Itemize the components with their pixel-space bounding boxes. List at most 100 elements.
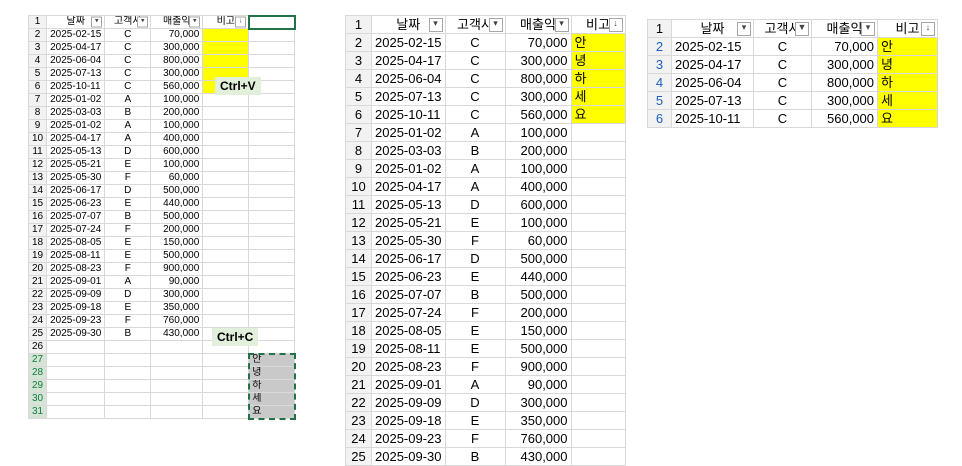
amount-cell[interactable]: 350,000: [504, 411, 572, 430]
customer-cell[interactable]: D: [104, 145, 152, 159]
empty-cell[interactable]: [46, 405, 106, 419]
date-cell[interactable]: 2025-05-21: [46, 158, 106, 172]
note-cell[interactable]: [570, 123, 626, 142]
date-cell[interactable]: 2025-08-11: [371, 339, 446, 358]
date-cell[interactable]: 2025-06-04: [371, 69, 446, 88]
note-cell[interactable]: [202, 197, 250, 211]
customer-cell[interactable]: A: [104, 93, 152, 107]
customer-cell[interactable]: B: [444, 141, 506, 160]
date-cell[interactable]: 2025-05-13: [371, 195, 446, 214]
amount-cell[interactable]: 90,000: [504, 375, 572, 394]
customer-cell[interactable]: A: [104, 275, 152, 289]
date-cell[interactable]: 2025-02-15: [371, 33, 446, 52]
date-cell[interactable]: 2025-08-23: [371, 357, 446, 376]
customer-cell[interactable]: F: [444, 231, 506, 250]
amount-cell[interactable]: 600,000: [150, 145, 204, 159]
note-cell[interactable]: 요: [877, 109, 938, 128]
empty-cell[interactable]: [46, 340, 106, 354]
customer-cell[interactable]: E: [104, 236, 152, 250]
customer-cell[interactable]: E: [444, 213, 506, 232]
amount-cell[interactable]: 500,000: [504, 339, 572, 358]
customer-cell[interactable]: C: [753, 73, 812, 92]
customer-cell[interactable]: A: [444, 375, 506, 394]
amount-cell[interactable]: 150,000: [504, 321, 572, 340]
customer-cell[interactable]: C: [104, 28, 152, 42]
empty-cell[interactable]: [46, 379, 106, 393]
amount-cell[interactable]: 430,000: [150, 327, 204, 341]
amount-cell[interactable]: 100,000: [150, 158, 204, 172]
amount-cell[interactable]: 300,000: [811, 55, 878, 74]
amount-cell[interactable]: 350,000: [150, 301, 204, 315]
note-cell[interactable]: 하: [877, 73, 938, 92]
amount-cell[interactable]: 560,000: [150, 80, 204, 94]
customer-cell[interactable]: E: [104, 301, 152, 315]
customer-cell[interactable]: A: [104, 132, 152, 146]
empty-cell[interactable]: [104, 366, 152, 380]
note-cell[interactable]: [570, 447, 626, 466]
amount-cell[interactable]: 100,000: [504, 213, 572, 232]
date-cell[interactable]: 2025-07-24: [371, 303, 446, 322]
note-cell[interactable]: [570, 195, 626, 214]
note-cell[interactable]: 하: [570, 69, 626, 88]
amount-cell[interactable]: 150,000: [150, 236, 204, 250]
date-cell[interactable]: 2025-05-21: [371, 213, 446, 232]
note-cell[interactable]: [202, 262, 250, 276]
empty-cell[interactable]: [104, 405, 152, 419]
amount-cell[interactable]: 70,000: [504, 33, 572, 52]
date-cell[interactable]: 2025-06-23: [371, 267, 446, 286]
empty-cell[interactable]: [104, 379, 152, 393]
customer-cell[interactable]: B: [104, 106, 152, 120]
amount-cell[interactable]: 900,000: [504, 357, 572, 376]
customer-cell[interactable]: C: [444, 33, 506, 52]
filter-dropdown-icon[interactable]: ↓: [921, 21, 935, 36]
amount-cell[interactable]: 800,000: [150, 54, 204, 68]
amount-cell[interactable]: 200,000: [150, 106, 204, 120]
filter-dropdown-icon[interactable]: ↓: [235, 16, 247, 28]
date-cell[interactable]: 2025-09-01: [46, 275, 106, 289]
customer-cell[interactable]: B: [104, 327, 152, 341]
customer-cell[interactable]: C: [104, 80, 152, 94]
note-cell[interactable]: [570, 159, 626, 178]
date-cell[interactable]: 2025-10-11: [671, 109, 754, 128]
note-cell[interactable]: 녕: [570, 51, 626, 70]
date-cell[interactable]: 2025-09-18: [46, 301, 106, 315]
note-cell[interactable]: [202, 236, 250, 250]
date-cell[interactable]: 2025-01-02: [46, 93, 106, 107]
customer-cell[interactable]: D: [444, 393, 506, 412]
customer-cell[interactable]: E: [104, 158, 152, 172]
amount-cell[interactable]: 300,000: [150, 41, 204, 55]
note-cell[interactable]: [570, 357, 626, 376]
customer-cell[interactable]: F: [104, 314, 152, 328]
date-cell[interactable]: 2025-09-09: [371, 393, 446, 412]
empty-cell[interactable]: [150, 366, 204, 380]
date-cell[interactable]: 2025-06-17: [371, 249, 446, 268]
date-cell[interactable]: 2025-07-13: [671, 91, 754, 110]
customer-cell[interactable]: A: [444, 159, 506, 178]
date-cell[interactable]: 2025-09-23: [46, 314, 106, 328]
empty-cell[interactable]: [46, 392, 106, 406]
filter-dropdown-icon[interactable]: ▾: [189, 16, 201, 28]
customer-cell[interactable]: E: [104, 197, 152, 211]
empty-cell[interactable]: [202, 366, 250, 380]
note-cell[interactable]: [202, 54, 250, 68]
copy-source-cell[interactable]: 녕: [248, 366, 296, 380]
date-cell[interactable]: 2025-09-09: [46, 288, 106, 302]
note-cell[interactable]: 세: [570, 87, 626, 106]
amount-cell[interactable]: 500,000: [504, 249, 572, 268]
amount-cell[interactable]: 100,000: [504, 159, 572, 178]
date-cell[interactable]: 2025-08-23: [46, 262, 106, 276]
date-cell[interactable]: 2025-09-18: [371, 411, 446, 430]
filter-dropdown-icon[interactable]: ▼: [795, 21, 809, 36]
amount-cell[interactable]: 430,000: [504, 447, 572, 466]
empty-cell[interactable]: [46, 353, 106, 367]
amount-cell[interactable]: 560,000: [504, 105, 572, 124]
amount-cell[interactable]: 60,000: [150, 171, 204, 185]
customer-cell[interactable]: F: [444, 357, 506, 376]
date-cell[interactable]: 2025-04-17: [671, 55, 754, 74]
customer-cell[interactable]: B: [444, 447, 506, 466]
copy-source-cell[interactable]: 세: [248, 392, 296, 406]
date-cell[interactable]: 2025-03-03: [46, 106, 106, 120]
note-cell[interactable]: 세: [877, 91, 938, 110]
amount-cell[interactable]: 440,000: [150, 197, 204, 211]
customer-cell[interactable]: E: [444, 339, 506, 358]
